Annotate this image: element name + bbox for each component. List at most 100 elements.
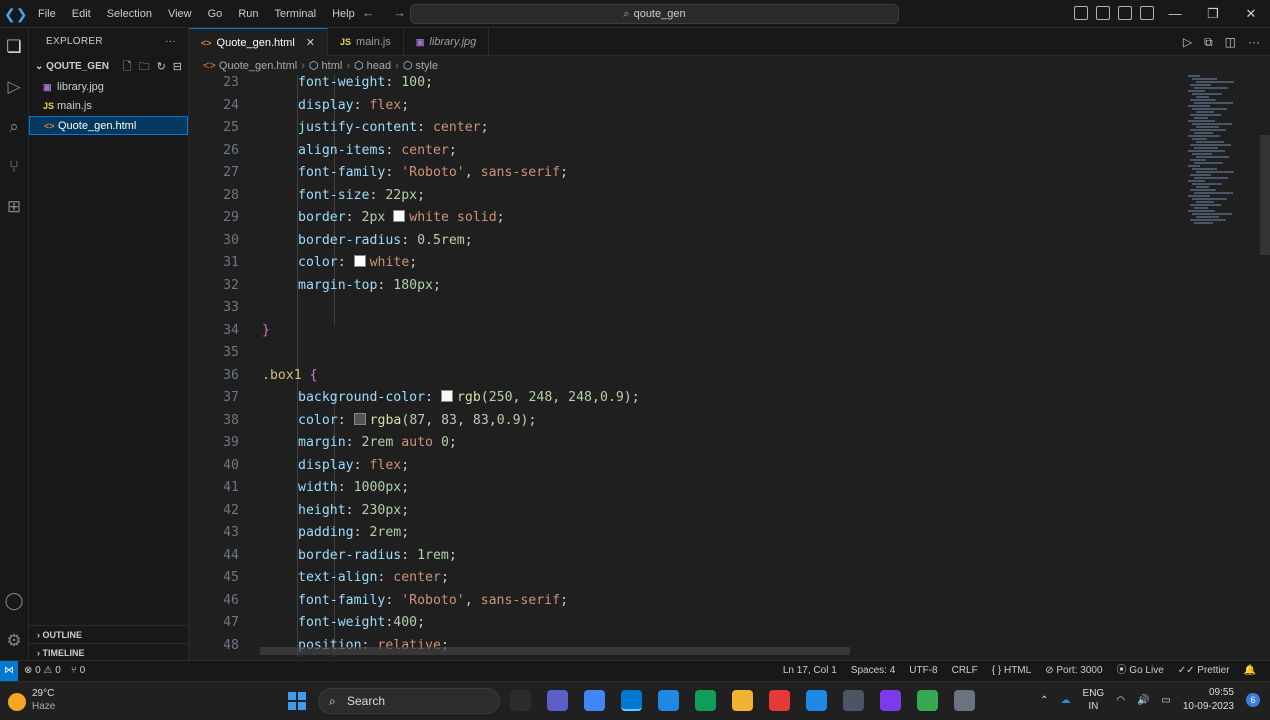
- taskbar-app-icon[interactable]: [584, 690, 605, 711]
- split-editor-icon[interactable]: ◫: [1225, 28, 1236, 56]
- taskbar-app-icon[interactable]: [621, 690, 642, 711]
- taskbar-app-icon[interactable]: [510, 690, 531, 711]
- code-line[interactable]: 31 color: white;: [189, 252, 1189, 275]
- notifications-bell-icon[interactable]: 🔔: [1244, 661, 1256, 681]
- code-line[interactable]: 32 margin-top: 180px;: [189, 275, 1189, 298]
- explorer-icon[interactable]: ❏: [3, 36, 25, 58]
- file-item-quote-gen-html[interactable]: <> Quote_gen.html: [29, 116, 188, 135]
- clock[interactable]: 09:55 10-09-2023: [1183, 686, 1234, 714]
- open-preview-icon[interactable]: ⧉: [1204, 28, 1213, 56]
- new-file-icon[interactable]: 🗋: [123, 56, 132, 78]
- file-item-library-jpg[interactable]: ▣ library.jpg: [29, 78, 188, 97]
- taskbar-app-icon[interactable]: [732, 690, 753, 711]
- code-line[interactable]: 25 justify-content: center;: [189, 117, 1189, 140]
- onedrive-icon[interactable]: ☁: [1061, 695, 1071, 706]
- source-control-icon[interactable]: ⑂: [3, 156, 25, 178]
- volume-icon[interactable]: 🔊: [1137, 695, 1149, 706]
- folder-root[interactable]: ⌄ QOUTE_GEN 🗋 🗀 ↻ ⊟: [29, 56, 188, 78]
- code-line[interactable]: 30 border-radius: 0.5rem;: [189, 230, 1189, 253]
- taskbar-app-icon[interactable]: [769, 690, 790, 711]
- remote-indicator-icon[interactable]: ⋈: [0, 661, 18, 681]
- code-line[interactable]: 28 font-size: 22px;: [189, 185, 1189, 208]
- tab-main-js[interactable]: JS main.js: [328, 28, 404, 56]
- close-icon[interactable]: ✕: [306, 29, 315, 57]
- customize-layout-icon[interactable]: [1140, 6, 1154, 20]
- language-indicator[interactable]: ENG IN: [1083, 687, 1105, 713]
- taskbar-app-icon[interactable]: [843, 690, 864, 711]
- color-swatch[interactable]: [393, 210, 406, 222]
- windows-start-icon[interactable]: [288, 692, 306, 710]
- code-line[interactable]: 40 display: flex;: [189, 455, 1189, 478]
- menu-terminal[interactable]: Terminal: [267, 0, 325, 28]
- code-editor[interactable]: 23 font-weight: 100; 24 display: flex; 25 jus…: [189, 75, 1270, 657]
- code-line[interactable]: 43 padding: 2rem;: [189, 522, 1189, 545]
- menu-view[interactable]: View: [160, 0, 200, 28]
- go-live-button[interactable]: ⦿ Go Live: [1117, 661, 1164, 681]
- close-window-icon[interactable]: ✕: [1232, 0, 1270, 28]
- code-line[interactable]: 27 font-family: 'Roboto', sans-serif;: [189, 162, 1189, 185]
- taskbar-app-icon[interactable]: [695, 690, 716, 711]
- menu-run[interactable]: Run: [230, 0, 266, 28]
- code-line[interactable]: 26 align-items: center;: [189, 140, 1189, 163]
- refresh-icon[interactable]: ↻: [157, 56, 166, 78]
- more-actions-icon[interactable]: ···: [165, 28, 176, 56]
- menu-file[interactable]: File: [30, 0, 64, 28]
- menu-edit[interactable]: Edit: [64, 0, 99, 28]
- prettier-status[interactable]: ✓✓ Prettier: [1178, 661, 1230, 681]
- notification-badge[interactable]: 6: [1246, 693, 1260, 707]
- menu-selection[interactable]: Selection: [99, 0, 160, 28]
- taskbar-search[interactable]: ⌕ Search: [318, 688, 500, 714]
- wifi-icon[interactable]: ◠: [1116, 695, 1125, 706]
- more-actions-icon[interactable]: ···: [1248, 28, 1260, 56]
- problems-indicator[interactable]: ⊗ 0 ⚠ 0: [24, 661, 61, 681]
- menu-go[interactable]: Go: [200, 0, 231, 28]
- forward-arrow-icon[interactable]: →: [393, 5, 406, 20]
- battery-icon[interactable]: ▭: [1161, 695, 1170, 706]
- port-status[interactable]: ⊘ Port: 3000: [1045, 661, 1102, 681]
- new-folder-icon[interactable]: 🗀: [139, 56, 150, 78]
- vertical-scrollbar[interactable]: [1260, 135, 1270, 255]
- breadcrumb-html[interactable]: ⬡ html: [309, 57, 342, 75]
- code-line[interactable]: 33: [189, 297, 1189, 320]
- restore-icon[interactable]: ❐: [1194, 0, 1232, 28]
- menu-help[interactable]: Help: [324, 0, 363, 28]
- code-line[interactable]: 34}: [189, 320, 1189, 343]
- toggle-panel-icon[interactable]: [1096, 6, 1110, 20]
- tab-quote-gen-html[interactable]: <> Quote_gen.html ✕: [189, 28, 329, 57]
- minimize-icon[interactable]: —: [1156, 0, 1194, 28]
- weather-widget[interactable]: 29°C Haze: [8, 687, 55, 713]
- code-line[interactable]: 24 display: flex;: [189, 95, 1189, 118]
- chevron-up-icon[interactable]: ⌃: [1040, 695, 1048, 706]
- ports-indicator[interactable]: ⑂ 0: [71, 661, 85, 681]
- breadcrumb-file[interactable]: <> Quote_gen.html: [203, 57, 297, 75]
- toggle-sidebar-icon[interactable]: [1074, 6, 1088, 20]
- color-swatch[interactable]: [440, 390, 453, 402]
- tab-library-jpg[interactable]: ▣ library.jpg: [404, 28, 490, 56]
- color-swatch[interactable]: [353, 412, 366, 425]
- encoding[interactable]: UTF-8: [909, 661, 937, 681]
- minimap[interactable]: [1188, 75, 1258, 235]
- extensions-icon[interactable]: ⊞: [3, 196, 25, 218]
- settings-gear-icon[interactable]: ⚙: [3, 630, 25, 652]
- horizontal-scrollbar[interactable]: [260, 647, 850, 655]
- code-line[interactable]: 36 .box1 {: [189, 365, 1189, 388]
- file-item-main-js[interactable]: JS main.js: [29, 97, 188, 116]
- taskbar-app-icon[interactable]: [917, 690, 938, 711]
- cursor-position[interactable]: Ln 17, Col 1: [783, 661, 837, 681]
- breadcrumb-style[interactable]: ⬡ style: [403, 57, 438, 75]
- run-debug-icon[interactable]: ▷: [3, 76, 25, 98]
- taskbar-app-icon[interactable]: [954, 690, 975, 711]
- code-line[interactable]: 39 margin: 2rem auto 0;: [189, 432, 1189, 455]
- code-line[interactable]: 29 border: 2px white solid;: [189, 207, 1189, 230]
- breadcrumb-head[interactable]: ⬡ head: [354, 57, 391, 75]
- code-line[interactable]: 45 text-align: center;: [189, 567, 1189, 590]
- code-line[interactable]: 23 font-weight: 100;: [189, 75, 1189, 95]
- language-mode[interactable]: { } HTML: [992, 661, 1031, 681]
- taskbar-app-icon[interactable]: [806, 690, 827, 711]
- search-icon[interactable]: ⌕: [3, 116, 25, 138]
- end-of-line[interactable]: CRLF: [952, 661, 978, 681]
- run-icon[interactable]: ▷: [1183, 28, 1192, 56]
- code-line[interactable]: 37 background-color: rgb(250, 248, 248,0.…: [189, 387, 1189, 410]
- command-center-search[interactable]: ⌕ qoute_gen: [410, 4, 899, 24]
- code-line[interactable]: 47 font-weight:400;: [189, 612, 1189, 635]
